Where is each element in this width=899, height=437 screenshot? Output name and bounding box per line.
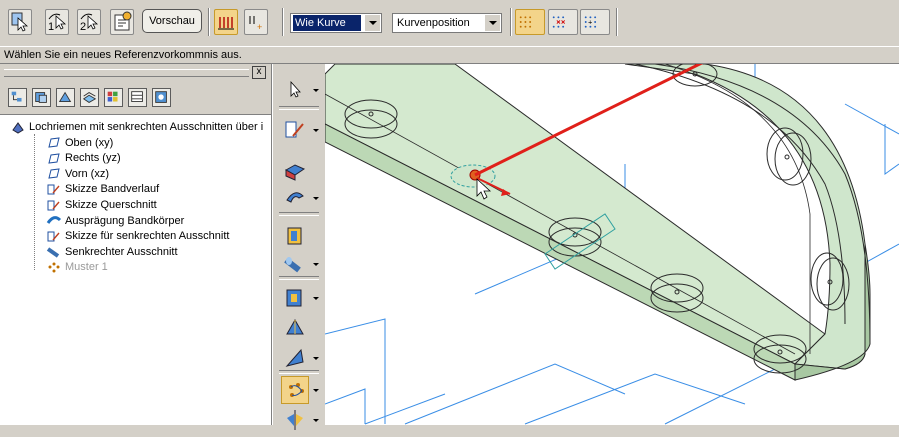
spacing-icon[interactable]: +: [244, 9, 268, 35]
pattern-tool-icon[interactable]: [281, 376, 309, 404]
assembly-icon[interactable]: [56, 88, 75, 107]
chevron-down-icon[interactable]: [313, 263, 319, 266]
toolbar-separator: [279, 212, 319, 216]
chevron-down-icon[interactable]: [313, 357, 319, 360]
tree-item-label: Skizze Bandverlauf: [65, 183, 160, 196]
toolbar-separator: [279, 370, 319, 374]
tree-item-label: Muster 1: [65, 261, 108, 274]
model-view[interactable]: [325, 64, 899, 425]
tree-item-label: Vorn (xz): [65, 167, 110, 180]
chevron-down-icon[interactable]: [364, 15, 380, 31]
toolbar-separator: [282, 8, 284, 36]
toolbar-separator: [510, 8, 512, 36]
panel-header: x: [0, 64, 271, 80]
table-icon[interactable]: [128, 88, 147, 107]
protrusion-icon[interactable]: [281, 156, 309, 184]
hole-icon[interactable]: [281, 250, 309, 278]
tree-item-label: Rechts (yz): [65, 152, 121, 165]
tree-item-label: Ausprägung Bandkörper: [65, 214, 185, 227]
tree-item[interactable]: Skizze Querschnitt: [46, 198, 157, 212]
svg-text:+: +: [588, 19, 592, 26]
tree-item[interactable]: Lochriemen mit senkrechten Ausschnitten …: [10, 120, 263, 134]
edgebar-panel: x Lochriemen mit senkrechten Ausschnitte…: [0, 64, 272, 425]
curve-combo[interactable]: Wie Kurve: [290, 13, 382, 33]
tree-icon[interactable]: [8, 88, 27, 107]
face-icon[interactable]: [281, 344, 309, 372]
array-icon[interactable]: [214, 9, 238, 35]
chevron-down-icon[interactable]: [313, 419, 319, 422]
sketch-icon: [46, 199, 62, 212]
chamfer-icon[interactable]: [281, 284, 309, 312]
sweep-icon: [46, 214, 62, 227]
svg-text:+: +: [257, 22, 262, 32]
grid-point-icon[interactable]: +: [580, 9, 610, 35]
view-icon[interactable]: [152, 88, 171, 107]
viewport[interactable]: [325, 64, 899, 425]
tree-item[interactable]: Rechts (yz): [46, 151, 121, 165]
grid-remove-icon[interactable]: [548, 9, 578, 35]
svg-text:1: 1: [48, 21, 54, 33]
chevron-down-icon[interactable]: [313, 89, 319, 92]
chevron-down-icon[interactable]: [313, 389, 319, 392]
tree-item[interactable]: Skizze Bandverlauf: [46, 182, 159, 196]
sketch-icon: [46, 183, 62, 196]
tree-item[interactable]: Skizze für senkrechten Ausschnitt: [46, 229, 229, 243]
toolbar-separator: [208, 8, 210, 36]
plane-icon: [46, 152, 62, 165]
tree-item-label: Lochriemen mit senkrechten Ausschnitten …: [29, 121, 264, 133]
tree-item-label: Oben (xy): [65, 136, 114, 149]
tree-item[interactable]: Ausprägung Bandkörper: [46, 214, 184, 228]
tree-connector: [34, 134, 35, 270]
position-combo-value: Kurvenposition: [397, 17, 470, 29]
color-icon[interactable]: [104, 88, 123, 107]
plane-icon: [46, 136, 62, 149]
select-icon[interactable]: [8, 9, 32, 35]
chevron-down-icon[interactable]: [484, 15, 500, 31]
close-icon[interactable]: x: [252, 66, 266, 79]
feature-tree: Lochriemen mit senkrechten Ausschnitten …: [0, 116, 271, 425]
tree-item-label: Skizze Querschnitt: [65, 199, 157, 211]
tree-item[interactable]: Vorn (xz): [46, 167, 109, 181]
prompt-bar: Wählen Sie ein neues Referenzvorkommnis …: [0, 46, 899, 64]
layer-icon[interactable]: [80, 88, 99, 107]
cutout-icon: [46, 245, 62, 259]
feature-toolbar: [272, 64, 324, 430]
tree-item-label: Skizze für senkrechten Ausschnitt: [65, 230, 230, 243]
toolbar-separator: [279, 106, 319, 110]
tree-item[interactable]: Muster 1: [46, 260, 108, 274]
toolbar-separator: [279, 276, 319, 280]
chevron-down-icon[interactable]: [313, 297, 319, 300]
select-arrow-icon[interactable]: [281, 76, 309, 104]
plane-icon: [46, 167, 62, 180]
pattern-icon: [46, 261, 62, 274]
chevron-down-icon[interactable]: [313, 197, 319, 200]
loft-icon[interactable]: [281, 314, 309, 342]
part-icon[interactable]: [32, 88, 51, 107]
properties-icon[interactable]: [110, 9, 134, 35]
toolbar-separator: [616, 8, 618, 36]
belt-top-face: [325, 64, 826, 365]
preview-button[interactable]: Vorschau: [142, 9, 202, 33]
grid-fill-icon[interactable]: [515, 9, 545, 35]
sketch-icon: [46, 230, 62, 243]
tree-item[interactable]: Senkrechter Ausschnitt: [46, 245, 178, 259]
top-toolbar: 1 2 Vorschau + Wie Kurve Kurvenposition …: [0, 0, 899, 46]
panel-tabs: [0, 80, 271, 115]
tree-item[interactable]: Oben (xy): [46, 136, 113, 150]
svg-text:2: 2: [80, 21, 86, 33]
position-combo[interactable]: Kurvenposition: [392, 13, 502, 33]
cutout-tool-icon[interactable]: [281, 222, 309, 250]
step2-icon[interactable]: 2: [77, 9, 101, 35]
sketch-tool-icon[interactable]: [281, 116, 309, 144]
tree-item-label: Senkrechter Ausschnitt: [65, 245, 178, 258]
chevron-down-icon[interactable]: [313, 129, 319, 132]
part-icon: [10, 121, 26, 134]
curve-combo-value: Wie Kurve: [293, 15, 361, 31]
step1-icon[interactable]: 1: [45, 9, 69, 35]
mirror-icon[interactable]: [281, 406, 309, 434]
revolve-icon[interactable]: [281, 184, 309, 212]
